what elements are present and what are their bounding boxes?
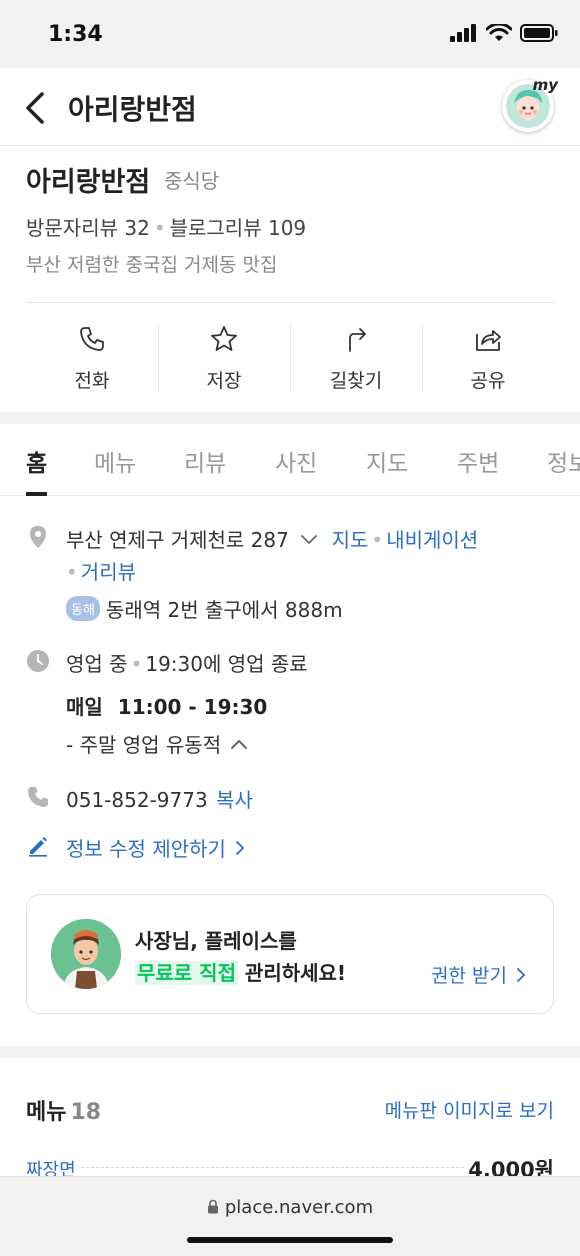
place-category: 중식당 bbox=[164, 169, 220, 193]
status-time: 1:34 bbox=[48, 22, 103, 47]
action-bar: 전화 저장 길찾기 공유 bbox=[26, 322, 554, 394]
star-icon bbox=[211, 326, 237, 351]
directions-label: 길찾기 bbox=[329, 370, 383, 392]
section-divider bbox=[0, 412, 580, 424]
browser-bottom-bar: place.naver.com bbox=[0, 1176, 580, 1256]
hours-line: 매일 11:00 - 19:30 bbox=[66, 691, 267, 720]
wifi-icon bbox=[486, 24, 512, 41]
call-label: 전화 bbox=[74, 370, 110, 392]
share-button[interactable]: 공유 bbox=[422, 322, 554, 394]
business-status: 영업 중 bbox=[66, 652, 128, 676]
street-view-line: • 거리뷰 bbox=[66, 556, 136, 585]
directions-icon bbox=[349, 328, 366, 352]
tab-bar: 홈 메뉴 리뷰 사진 지도 주변 정보 bbox=[0, 424, 580, 496]
place-name: 아리랑반점 bbox=[26, 167, 151, 198]
tab-menu[interactable]: 메뉴 bbox=[94, 444, 136, 478]
signal-icon bbox=[450, 24, 476, 42]
home-indicator bbox=[187, 1237, 393, 1243]
chevron-up-icon bbox=[231, 740, 248, 749]
hours-day: 매일 bbox=[66, 695, 103, 719]
phone-line: 051-852-9773 복사 bbox=[66, 784, 253, 813]
tab-home[interactable]: 홈 bbox=[26, 444, 47, 478]
claim-permission-link[interactable]: 권한 받기 bbox=[431, 961, 527, 988]
hours-time: 11:00 - 19:30 bbox=[117, 695, 268, 719]
tab-nearby[interactable]: 주변 bbox=[457, 444, 499, 478]
visitor-review-count[interactable]: 방문자리뷰 32 bbox=[26, 216, 150, 240]
station-text: 동래역 2번 출구에서 888m bbox=[105, 598, 343, 622]
owner-promo-highlight: 무료로 직접 bbox=[135, 961, 238, 985]
review-counts: 방문자리뷰 32 • 블로그리뷰 109 bbox=[26, 212, 306, 241]
header-title: 아리랑반점 bbox=[68, 93, 197, 126]
owner-promo-line1: 사장님, 플레이스를 bbox=[135, 929, 297, 953]
closing-time: 19:30에 영업 종료 bbox=[145, 652, 308, 676]
copy-phone-link[interactable]: 복사 bbox=[216, 788, 253, 812]
divider bbox=[26, 302, 554, 303]
status-icons bbox=[450, 24, 558, 42]
chevron-right-icon bbox=[236, 841, 245, 855]
back-button[interactable] bbox=[22, 88, 52, 128]
section-divider bbox=[0, 1046, 580, 1058]
separator-dot: • bbox=[130, 652, 143, 676]
lock-icon bbox=[207, 1199, 218, 1214]
address-line: 부산 연제구 거제천로 287 지도 • 내비게이션 bbox=[66, 524, 478, 553]
edit-suggest-link[interactable]: 정보 수정 제안하기 bbox=[66, 833, 246, 862]
phone-number[interactable]: 051-852-9773 bbox=[66, 788, 208, 812]
map-link[interactable]: 지도 bbox=[332, 528, 369, 552]
clock-icon bbox=[27, 650, 49, 672]
chevron-right-icon bbox=[517, 968, 525, 982]
address-text: 부산 연제구 거제천로 287 bbox=[66, 528, 289, 552]
street-view-link[interactable]: 거리뷰 bbox=[81, 560, 136, 584]
tab-review[interactable]: 리뷰 bbox=[184, 444, 226, 478]
hours-note-line[interactable]: - 주말 영업 유동적 bbox=[66, 729, 249, 758]
menu-image-link[interactable]: 메뉴판 이미지로 보기 bbox=[385, 1096, 554, 1123]
location-pin-icon bbox=[30, 526, 46, 548]
pencil-icon bbox=[29, 837, 47, 857]
save-label: 저장 bbox=[206, 370, 242, 392]
tab-photo[interactable]: 사진 bbox=[275, 444, 317, 478]
share-label: 공유 bbox=[470, 370, 506, 392]
my-label: my bbox=[532, 76, 558, 94]
status-bar: 1:34 bbox=[0, 0, 580, 68]
station-line-badge: 동해 bbox=[66, 596, 100, 621]
chef-illustration-icon bbox=[51, 919, 121, 989]
active-tab-indicator bbox=[26, 492, 47, 496]
hours-note: - 주말 영업 유동적 bbox=[66, 733, 222, 757]
owner-avatar bbox=[51, 919, 121, 989]
menu-title: 메뉴 bbox=[26, 1100, 67, 1125]
tab-map[interactable]: 지도 bbox=[366, 444, 408, 478]
url-bar[interactable]: place.naver.com bbox=[0, 1197, 580, 1218]
menu-section-title: 메뉴 18 bbox=[26, 1094, 101, 1126]
claim-permission-label: 권한 받기 bbox=[430, 965, 507, 987]
separator-dot: • bbox=[153, 216, 166, 240]
call-button[interactable]: 전화 bbox=[26, 322, 158, 394]
top-header: 아리랑반점 my bbox=[0, 68, 580, 146]
owner-promo-line2: 무료로 직접 관리하세요! bbox=[135, 957, 346, 986]
business-status-line: 영업 중 • 19:30에 영업 종료 bbox=[66, 648, 308, 677]
phone-small-icon bbox=[28, 787, 48, 807]
edit-suggest-label: 정보 수정 제안하기 bbox=[66, 837, 226, 861]
owner-promo-card[interactable]: 사장님, 플레이스를 무료로 직접 관리하세요! 권한 받기 bbox=[26, 894, 554, 1014]
url-text: place.naver.com bbox=[224, 1197, 374, 1218]
station-line: 동해 동래역 2번 출구에서 888m bbox=[66, 594, 343, 623]
directions-button[interactable]: 길찾기 bbox=[290, 322, 422, 394]
tab-info[interactable]: 정보 bbox=[547, 444, 580, 478]
navigation-link[interactable]: 내비게이션 bbox=[386, 528, 478, 552]
chevron-down-icon[interactable] bbox=[299, 532, 319, 546]
menu-count: 18 bbox=[70, 1100, 102, 1125]
blog-review-count[interactable]: 블로그리뷰 109 bbox=[170, 216, 307, 240]
share-icon bbox=[476, 330, 501, 351]
save-button[interactable]: 저장 bbox=[158, 322, 290, 394]
separator-dot: • bbox=[371, 528, 384, 552]
place-description: 부산 저렴한 중국집 거제동 맛집 bbox=[26, 254, 278, 276]
owner-promo-line2-rest: 관리하세요! bbox=[237, 961, 347, 985]
phone-icon bbox=[80, 327, 104, 351]
separator-dot: • bbox=[66, 560, 78, 584]
chevron-left-icon bbox=[26, 92, 44, 124]
battery-icon bbox=[520, 24, 558, 42]
